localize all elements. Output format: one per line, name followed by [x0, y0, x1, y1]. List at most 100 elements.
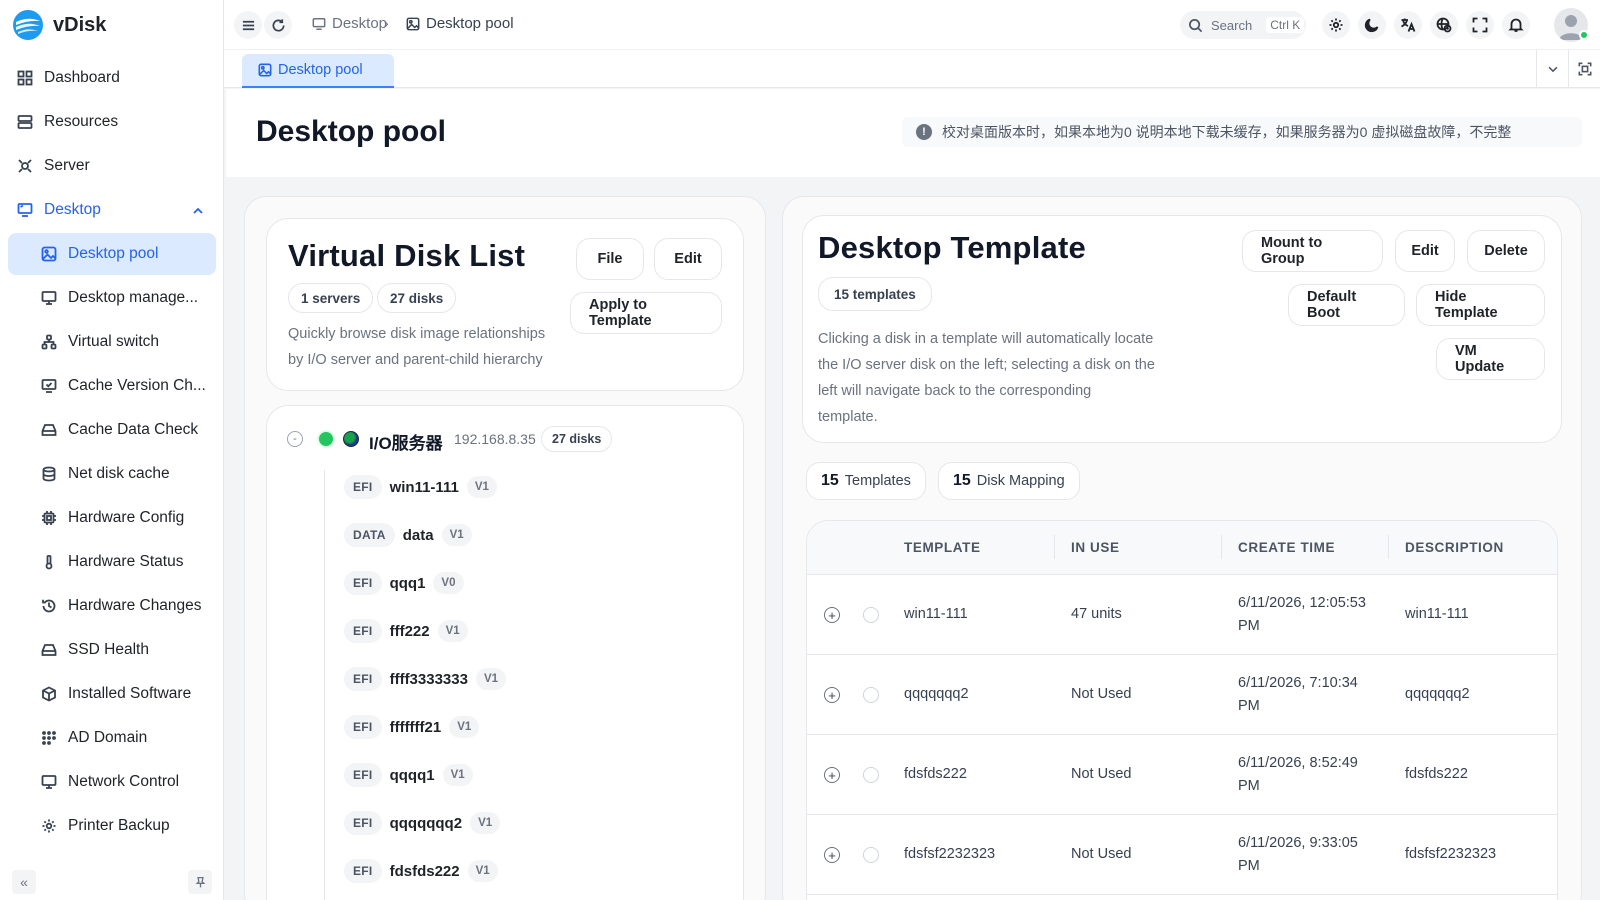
disk-mapping-stat-tab[interactable]: 15 Disk Mapping: [938, 462, 1080, 500]
sidebar-item-resources[interactable]: Resources: [8, 101, 216, 143]
column-header-description[interactable]: DESCRIPTION: [1405, 540, 1504, 555]
hide-template-button[interactable]: Hide Template: [1416, 284, 1545, 326]
sidebar-item-ad-domain[interactable]: AD Domain: [8, 717, 216, 759]
disk-tree-item[interactable]: EFI qqq1 V0: [344, 570, 464, 596]
edit-disk-button[interactable]: Edit: [654, 238, 722, 280]
templates-table: TEMPLATE IN USE CREATE TIME DESCRIPTION …: [806, 520, 1558, 900]
dark-mode-button[interactable]: [1358, 11, 1386, 39]
column-header-create-time[interactable]: CREATE TIME: [1238, 540, 1335, 555]
cell-create-time: 6/11/2026, 7:10:34 PM: [1238, 672, 1388, 718]
sidebar-item-label: AD Domain: [68, 729, 148, 746]
table-row[interactable]: + fdsfsf2232323 Not Used 6/11/2026, 9:33…: [807, 815, 1557, 895]
tab-desktop-pool[interactable]: Desktop pool: [242, 54, 394, 88]
tab-maximize-button[interactable]: [1568, 50, 1600, 88]
maximize-icon: [1578, 62, 1591, 76]
expand-row-plus-icon[interactable]: +: [824, 607, 840, 623]
time-line: 6/11/2026, 12:05:53: [1238, 595, 1366, 611]
sidebar-item-desktop[interactable]: Desktop: [8, 189, 216, 231]
row-select-radio[interactable]: [863, 607, 879, 623]
disk-type-tag: EFI: [344, 667, 382, 691]
templates-stat-tab[interactable]: 15 Templates: [806, 462, 926, 500]
disk-tree-item[interactable]: EFI win11-111 V1: [344, 474, 497, 500]
sidebar-item-label: Desktop manage...: [68, 289, 199, 306]
default-boot-button[interactable]: Default Boot: [1288, 284, 1405, 326]
monitor-icon: [312, 17, 326, 30]
disk-tree-item[interactable]: EFI fdsfds222 V1: [344, 858, 498, 884]
file-button[interactable]: File: [576, 238, 644, 280]
row-select-radio[interactable]: [863, 687, 879, 703]
desktop-template-description: Clicking a disk in a template will autom…: [818, 326, 1188, 430]
sidebar-item-hardware-config[interactable]: Hardware Config: [8, 497, 216, 539]
column-divider: [1221, 535, 1222, 559]
breadcrumb-label: Desktop pool: [426, 15, 514, 32]
disk-tree-item[interactable]: EFI ffff3333333 V1: [344, 666, 507, 692]
table-row[interactable]: + fdsfds222 Not Used 6/11/2026, 8:52:49 …: [807, 735, 1557, 815]
expand-row-plus-icon[interactable]: +: [824, 767, 840, 783]
brand[interactable]: vDisk: [12, 8, 106, 42]
table-row[interactable]: + qqqqqqq2 Not Used 6/11/2026, 7:10:34 P…: [807, 655, 1557, 735]
settings-button[interactable]: [1322, 11, 1350, 39]
sidebar-item-printer-backup[interactable]: Printer Backup: [8, 805, 216, 847]
server-name[interactable]: I/O服务器: [369, 429, 443, 454]
disk-tree-item[interactable]: EFI qqqqqqq2 V1: [344, 810, 501, 836]
sidebar-item-cache-data-check[interactable]: Cache Data Check: [8, 409, 216, 451]
desktop-template-title: Desktop Template: [818, 230, 1086, 265]
sidebar-item-network-control[interactable]: Network Control: [8, 761, 216, 803]
table-header: TEMPLATE IN USE CREATE TIME DESCRIPTION: [807, 521, 1557, 575]
disk-tree-item[interactable]: EFI fffffff21 V1: [344, 714, 480, 740]
breadcrumb-desktop[interactable]: Desktop: [312, 15, 387, 32]
menu-toggle-button[interactable]: [234, 11, 262, 39]
sidebar-item-hardware-status[interactable]: Hardware Status: [8, 541, 216, 583]
collapse-sidebar-button[interactable]: «: [12, 870, 36, 894]
sidebar-item-ssd-health[interactable]: SSD Health: [8, 629, 216, 671]
disk-tree-item[interactable]: EFI qqqq1 V1: [344, 762, 473, 788]
breadcrumb-label: Desktop: [332, 15, 388, 32]
sidebar-item-hardware-changes[interactable]: Hardware Changes: [8, 585, 216, 627]
row-select-radio[interactable]: [863, 767, 879, 783]
description-line: by I/O server and parent-child hierarchy: [288, 352, 543, 368]
delete-template-button[interactable]: Delete: [1467, 230, 1545, 272]
fullscreen-button[interactable]: [1466, 11, 1494, 39]
notice-text: 校对桌面版本时，如果本地为0 说明本地下载未缓存，如果服务器为0 虚拟磁盘故障，…: [942, 124, 1512, 140]
expand-row-plus-icon[interactable]: +: [824, 687, 840, 703]
sidebar-item-desktop-manage[interactable]: Desktop manage...: [8, 277, 216, 319]
sidebar-item-server[interactable]: Server: [8, 145, 216, 187]
sidebar-item-cache-version-check[interactable]: Cache Version Ch...: [8, 365, 216, 407]
sidebar-item-net-disk-cache[interactable]: Net disk cache: [8, 453, 216, 495]
refresh-button[interactable]: [264, 11, 292, 39]
breadcrumb-desktop-pool[interactable]: Desktop pool: [406, 15, 514, 32]
cell-in-use: Not Used: [1071, 686, 1132, 702]
sidebar-item-dashboard[interactable]: Dashboard: [8, 57, 216, 99]
column-header-in-use[interactable]: IN USE: [1071, 540, 1120, 555]
disk-tree-item[interactable]: EFI fff222 V1: [344, 618, 468, 644]
language-button[interactable]: [1394, 11, 1422, 39]
warning-icon: !: [916, 124, 932, 140]
mount-to-group-button[interactable]: Mount to Group: [1242, 230, 1383, 272]
sidebar-item-label: Printer Backup: [68, 817, 170, 834]
edit-template-button[interactable]: Edit: [1395, 230, 1455, 272]
search-box[interactable]: Search Ctrl K: [1180, 11, 1306, 39]
notifications-button[interactable]: [1502, 11, 1530, 39]
disk-tree-item[interactable]: DATA data V1: [344, 522, 472, 548]
time-line: 6/11/2026, 8:52:49: [1238, 755, 1358, 771]
collapse-server-toggle[interactable]: -: [287, 431, 303, 447]
cell-in-use: Not Used: [1071, 846, 1132, 862]
row-select-radio[interactable]: [863, 847, 879, 863]
table-row[interactable]: + win11-111 47 units 6/11/2026, 12:05:53…: [807, 575, 1557, 655]
disk-type-tag: EFI: [344, 571, 382, 595]
expand-row-plus-icon[interactable]: +: [824, 847, 840, 863]
cell-in-use: Not Used: [1071, 766, 1132, 782]
sidebar-item-installed-software[interactable]: Installed Software: [8, 673, 216, 715]
sidebar-item-virtual-switch[interactable]: Virtual switch: [8, 321, 216, 363]
server-online-indicator: [319, 432, 333, 446]
resources-icon: [16, 113, 34, 131]
cell-description: fdsfds222: [1405, 766, 1468, 782]
timezone-button[interactable]: [1430, 11, 1458, 39]
sidebar-item-desktop-pool[interactable]: Desktop pool: [8, 233, 216, 275]
apply-to-template-button[interactable]: Apply to Template: [570, 292, 722, 334]
tabs-dropdown-button[interactable]: [1536, 50, 1568, 88]
vm-update-button[interactable]: VM Update: [1436, 338, 1545, 380]
column-header-template[interactable]: TEMPLATE: [904, 540, 981, 555]
disk-version-badge: V1: [467, 860, 498, 882]
pin-sidebar-button[interactable]: [188, 870, 212, 894]
